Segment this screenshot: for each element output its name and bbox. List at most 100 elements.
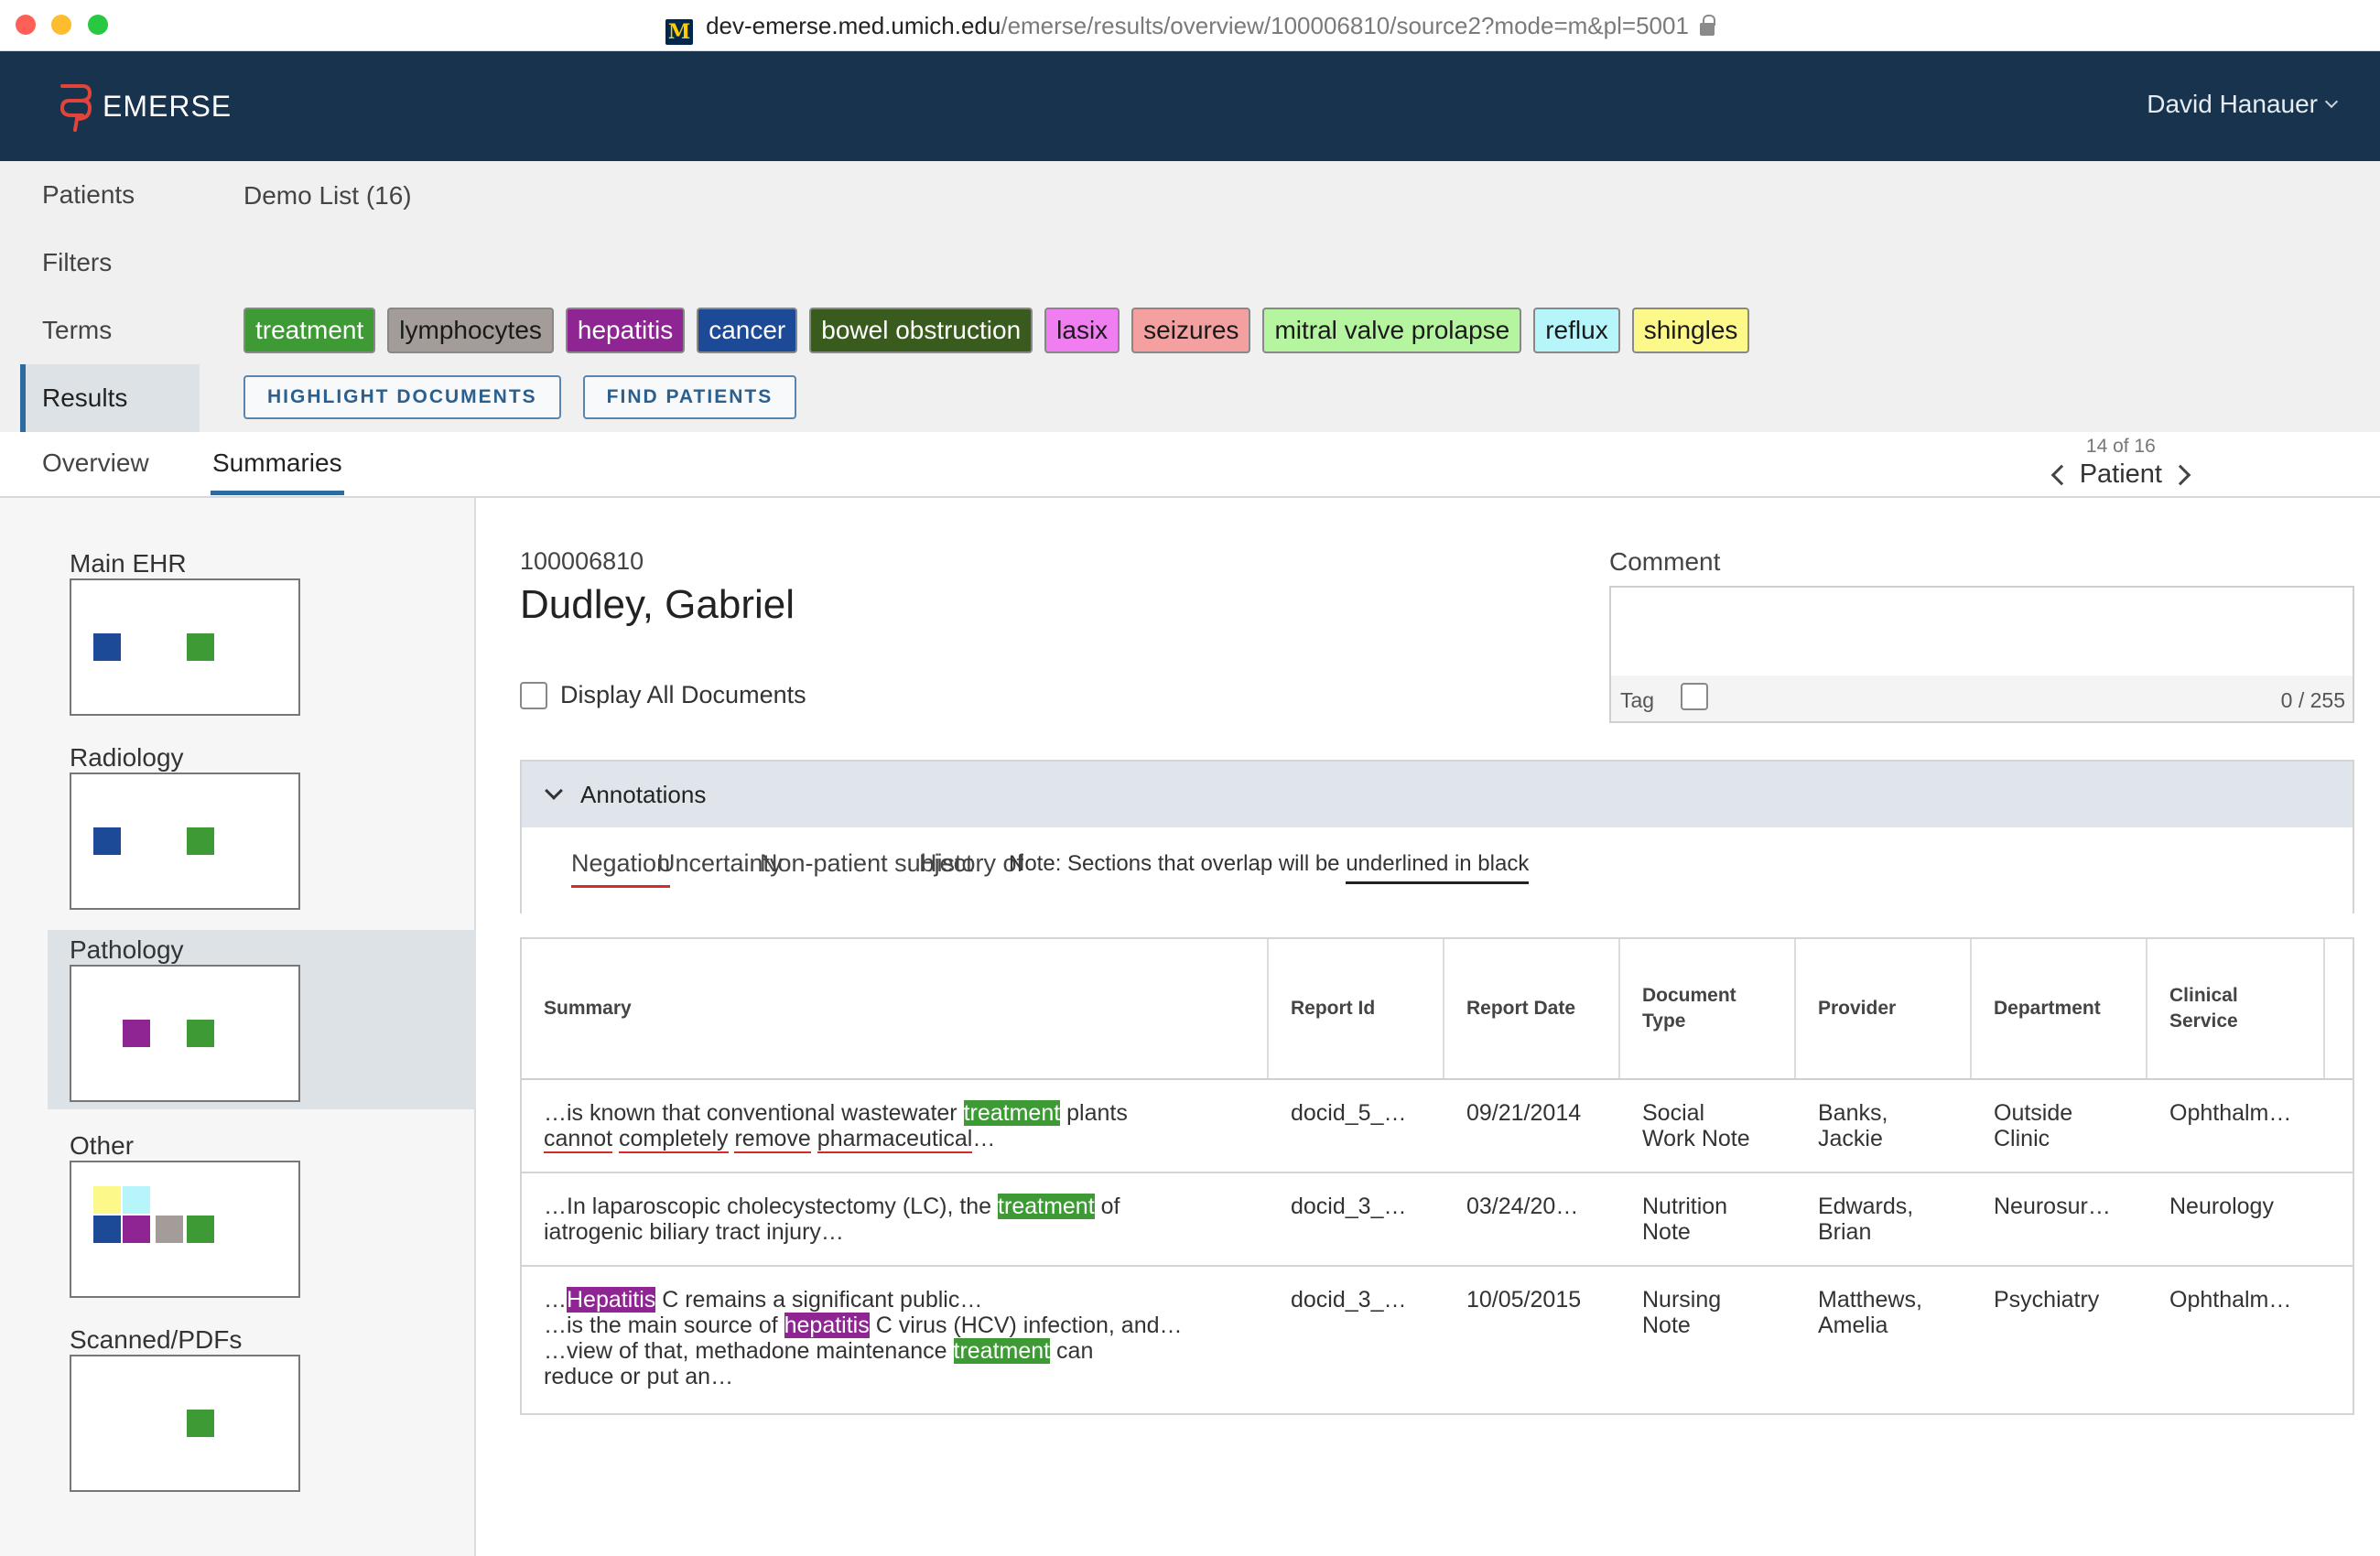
cell-line: Social — [1642, 1100, 1705, 1126]
highlight-documents-button[interactable]: HIGHLIGHT DOCUMENTS — [243, 375, 561, 419]
department-cell: Neurosur… — [1994, 1194, 2111, 1219]
document-type-cell: Social Work Note — [1620, 1100, 1750, 1151]
column-header-summary[interactable]: Summary — [522, 939, 1269, 1078]
summary-text: of — [1094, 1194, 1120, 1219]
summary-text: C virus (HCV) infection, and… — [869, 1313, 1183, 1338]
term-chip[interactable]: bowel obstruction — [809, 308, 1033, 353]
app-header: EMERSE David Hanauer — [0, 51, 2380, 161]
source-other[interactable]: Other — [48, 1080, 476, 1298]
sidebar-item-results[interactable]: Results — [20, 364, 200, 432]
chevron-down-icon — [545, 782, 563, 800]
column-header-clinical-service[interactable]: Clinical Service — [2147, 939, 2325, 1078]
annotation-note-text: Note: Sections that overlap will be — [1009, 851, 1347, 876]
table-row[interactable]: …is known that conventional wastewater t… — [522, 1080, 2353, 1173]
summary-text: …is known that conventional wastewater — [544, 1100, 964, 1126]
term-hit-marker — [93, 633, 121, 661]
url-path: /emerse/results/overview/100006810/sourc… — [1001, 12, 1689, 39]
summary-cell: …is known that conventional wastewater t… — [522, 1100, 1269, 1153]
term-chip[interactable]: lymphocytes — [387, 308, 554, 353]
source-thumbnail[interactable] — [70, 773, 300, 910]
department-cell: Outside Clinic — [1972, 1100, 2072, 1151]
negation-span: remove — [734, 1126, 811, 1153]
term-chip[interactable]: mitral valve prolapse — [1262, 308, 1522, 353]
browser-chrome: Mdev-emerse.med.umich.edu/emerse/results… — [0, 0, 2380, 51]
comment-input[interactable] — [1611, 588, 2353, 675]
tab-overview[interactable]: Overview — [42, 448, 149, 494]
term-hit-marker — [93, 1216, 121, 1243]
column-header-report-date[interactable]: Report Date — [1444, 939, 1620, 1078]
source-radiology[interactable]: Radiology — [48, 692, 476, 910]
term-highlight: treatment — [998, 1194, 1095, 1219]
annotation-note-underlined: underlined in black — [1346, 851, 1530, 884]
pager-label: Patient — [2079, 459, 2162, 489]
column-header-provider[interactable]: Provider — [1796, 939, 1972, 1078]
annotations-title: Annotations — [580, 780, 707, 808]
lock-icon — [1699, 15, 1715, 36]
document-type-cell: Nursing Note — [1620, 1287, 1721, 1338]
table-row[interactable]: …Hepatitis C remains a significant publi… — [522, 1267, 2353, 1413]
source-main-ehr[interactable]: Main EHR — [48, 498, 476, 716]
source-thumbnail[interactable] — [70, 1355, 300, 1492]
comment-label: Comment — [1609, 547, 1721, 576]
tag-checkbox[interactable] — [1681, 683, 1708, 710]
user-name: David Hanauer — [2147, 90, 2318, 118]
column-header-report-id[interactable]: Report Id — [1269, 939, 1444, 1078]
provider-cell: Banks, Jackie — [1796, 1100, 1888, 1151]
sidebar-item-patients[interactable]: Patients — [20, 161, 200, 229]
term-chip[interactable]: hepatitis — [565, 308, 686, 353]
summary-text: C remains a significant public… — [655, 1287, 983, 1313]
cell-line: Brian — [1818, 1219, 1872, 1245]
term-chip[interactable]: lasix — [1044, 308, 1120, 353]
clinical-service-cell: Neurology — [2169, 1194, 2274, 1219]
next-patient-icon[interactable] — [2169, 464, 2191, 485]
term-chip[interactable]: seizures — [1131, 308, 1251, 353]
term-chip[interactable]: reflux — [1533, 308, 1620, 353]
display-all-label: Display All Documents — [560, 681, 806, 708]
comment-char-count: 0 / 255 — [2280, 688, 2345, 712]
term-hit-marker — [123, 1216, 150, 1243]
annotation-tab-history-of[interactable]: History of — [919, 849, 1023, 878]
term-hit-marker — [187, 633, 214, 661]
annotations-header[interactable]: Annotations — [522, 762, 2353, 827]
side-nav: Patients Filters Terms Results — [20, 161, 200, 432]
source-scanned-pdfs[interactable]: Scanned/PDFs — [48, 1274, 476, 1492]
patient-pager: 14 of 16 Patient — [2050, 436, 2191, 490]
report-date-cell: 10/05/2015 — [1466, 1287, 1582, 1313]
results-table: Summary Report Id Report Date Document Ty… — [520, 937, 2354, 1415]
column-header-document-type[interactable]: Document Type — [1620, 939, 1796, 1078]
patient-list-name[interactable]: Demo List (16) — [243, 181, 412, 211]
display-all-documents[interactable]: Display All Documents — [520, 681, 806, 709]
term-chip[interactable]: cancer — [697, 308, 798, 353]
sidebar-item-terms[interactable]: Terms — [20, 297, 200, 364]
annotations-panel: Annotations Negation Uncertainty Non-pat… — [520, 760, 2354, 913]
tab-summaries[interactable]: Summaries — [211, 448, 344, 495]
display-all-checkbox[interactable] — [520, 681, 547, 709]
previous-patient-icon[interactable] — [2050, 464, 2072, 485]
summary-text: iatrogenic biliary tract injury… — [544, 1219, 844, 1245]
table-row[interactable]: …In laparoscopic cholecystectomy (LC), t… — [522, 1173, 2353, 1267]
cell-line: Note — [1642, 1313, 1691, 1338]
provider-cell: Edwards, Brian — [1796, 1194, 1913, 1245]
cell-line: Jackie — [1818, 1126, 1883, 1151]
summary-text: plants — [1060, 1100, 1128, 1126]
annotation-tab-negation[interactable]: Negation — [571, 849, 671, 888]
term-chip[interactable]: shingles — [1631, 308, 1750, 353]
source-label: Main EHR — [70, 549, 187, 578]
term-hit-marker — [123, 1020, 150, 1047]
find-patients-button[interactable]: FIND PATIENTS — [582, 375, 797, 419]
term-hit-marker — [187, 1410, 214, 1437]
summary-text: … — [544, 1287, 567, 1313]
user-menu[interactable]: David Hanauer — [2147, 90, 2339, 119]
term-hit-marker — [93, 827, 121, 855]
address-bar[interactable]: Mdev-emerse.med.umich.edu/emerse/results… — [0, 11, 2380, 45]
source-label: Scanned/PDFs — [70, 1325, 243, 1354]
column-header-department[interactable]: Department — [1972, 939, 2147, 1078]
cell-line: Note — [1642, 1219, 1691, 1245]
document-type-cell: Nutrition Note — [1620, 1194, 1727, 1245]
brand-logo[interactable]: EMERSE — [55, 79, 232, 134]
summary-cell: …In laparoscopic cholecystectomy (LC), t… — [522, 1194, 1269, 1245]
term-chip[interactable]: treatment — [243, 308, 376, 353]
pager-nav: Patient — [2050, 459, 2191, 490]
sidebar-item-filters[interactable]: Filters — [20, 229, 200, 297]
cell-line: Work Note — [1642, 1126, 1750, 1151]
